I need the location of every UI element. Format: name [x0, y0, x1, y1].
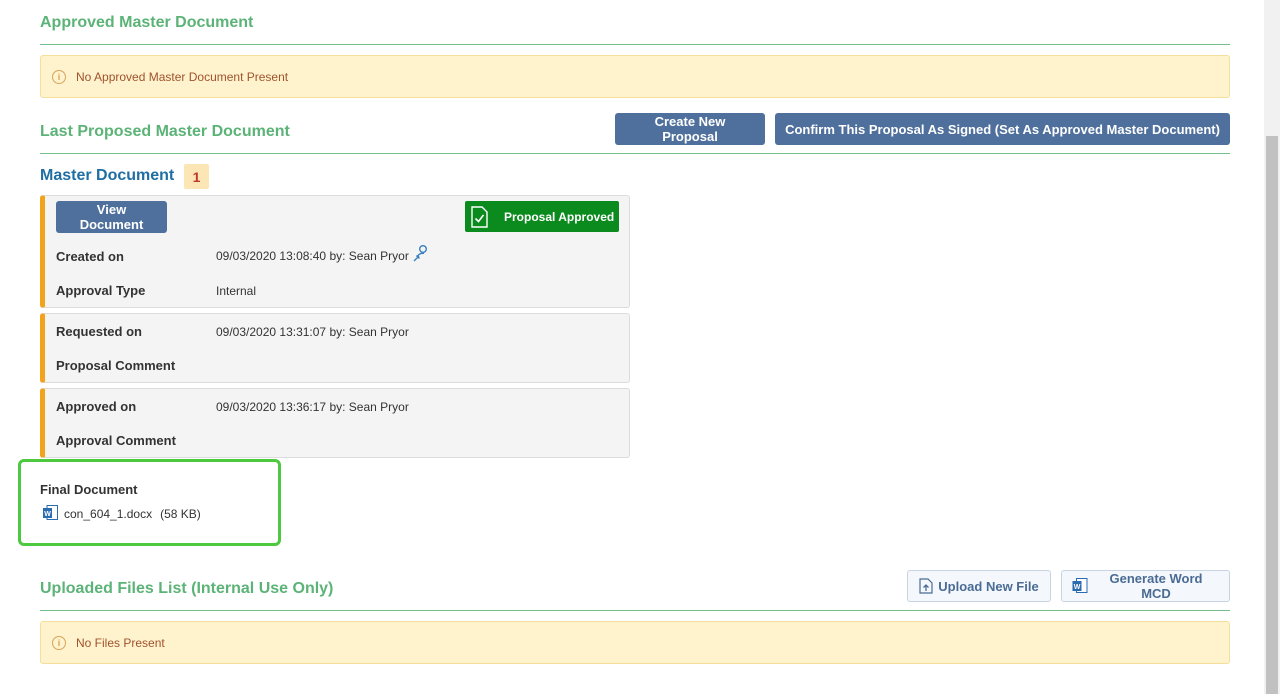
proposal-approved-badge: Proposal Approved [465, 201, 619, 232]
uploaded-files-title: Uploaded Files List (Internal Use Only) [40, 580, 334, 597]
requested-on-label: Requested on [56, 324, 142, 339]
scrollbar-thumb[interactable] [1266, 136, 1278, 694]
word-file-icon: W [1072, 578, 1088, 593]
user-link-icon[interactable] [412, 244, 431, 263]
last-proposed-title: Last Proposed Master Document [40, 123, 290, 140]
view-document-button[interactable]: View Document [56, 201, 167, 233]
requested-card: Requested on 09/03/2020 13:31:07 by: Sea… [40, 313, 630, 383]
confirm-signed-button[interactable]: Confirm This Proposal As Signed (Set As … [775, 113, 1230, 145]
requested-on-value: 09/03/2020 13:31:07 by: Sean Pryor [216, 325, 409, 339]
generate-word-mcd-label: Generate Word MCD [1109, 571, 1203, 601]
master-document-count-badge: 1 [184, 164, 209, 189]
section-divider [40, 44, 1230, 45]
generate-word-mcd-button[interactable]: W Generate Word MCD [1061, 570, 1230, 602]
info-circle-icon: i [52, 635, 66, 650]
proposal-approved-text: Proposal Approved [504, 209, 615, 224]
upload-new-file-label: Upload New File [938, 578, 1039, 594]
approval-comment-label: Approval Comment [56, 433, 176, 448]
section-divider [40, 153, 1230, 154]
proposal-comment-label: Proposal Comment [56, 358, 176, 373]
section-divider [40, 610, 1230, 611]
approved-on-value: 09/03/2020 13:36:17 by: Sean Pryor [216, 400, 409, 414]
approved-card: Approved on 09/03/2020 13:36:17 by: Sean… [40, 388, 630, 458]
master-document-title: Master Document [40, 167, 175, 184]
upload-file-icon [919, 578, 933, 594]
create-proposal-button[interactable]: Create New Proposal [615, 113, 765, 145]
created-on-label: Created on [56, 249, 124, 264]
alert-text: No Approved Master Document Present [76, 69, 289, 84]
approved-master-title: Approved Master Document [40, 14, 254, 31]
no-approved-alert: i No Approved Master Document Present [40, 55, 1230, 98]
vertical-scrollbar[interactable] [1264, 0, 1280, 694]
created-card: View Document Proposal Approved Created … [40, 195, 630, 308]
alert-text: No Files Present [76, 635, 165, 650]
svg-text:W: W [1074, 584, 1081, 591]
final-document-highlight [18, 459, 281, 546]
upload-new-file-button[interactable]: Upload New File [907, 570, 1051, 602]
info-circle-icon: i [52, 69, 66, 84]
document-check-icon [471, 205, 488, 228]
approved-on-label: Approved on [56, 399, 137, 414]
no-files-alert: i No Files Present [40, 621, 1230, 664]
created-on-value: 09/03/2020 13:08:40 by: Sean Pryor [216, 245, 431, 263]
page-content: Approved Master Document i No Approved M… [40, 0, 1230, 694]
created-on-text: 09/03/2020 13:08:40 by: Sean Pryor [216, 249, 409, 263]
approval-type-value: Internal [216, 284, 257, 298]
approval-type-label: Approval Type [56, 283, 146, 298]
